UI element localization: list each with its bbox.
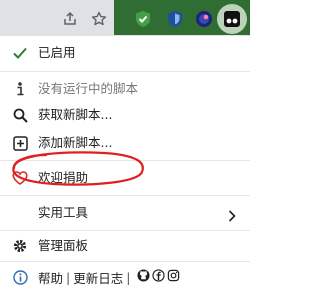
- menu-item-donate[interactable]: 欢迎捐助: [0, 165, 250, 191]
- get-scripts-label: 获取新脚本...: [38, 107, 113, 122]
- gear-icon: [12, 236, 28, 256]
- changelog-link[interactable]: 更新日志: [73, 268, 123, 287]
- separator: |: [66, 269, 71, 285]
- footer-links: 帮助 | 更新日志 |: [38, 264, 180, 289]
- menu-item-enabled[interactable]: 已启用: [0, 40, 250, 66]
- divider: [0, 160, 250, 161]
- menu-item-get-scripts[interactable]: 获取新脚本...: [0, 102, 250, 128]
- social-icons: [137, 269, 180, 285]
- chevron-right-icon: [228, 207, 236, 226]
- dashboard-label: 管理面板: [38, 238, 89, 253]
- github-icon[interactable]: [137, 269, 151, 285]
- enabled-label: 已启用: [38, 45, 76, 60]
- separator: |: [126, 269, 131, 285]
- search-icon: [12, 105, 28, 125]
- divider: [0, 195, 250, 196]
- info-circle-icon: [12, 267, 28, 287]
- divider: [0, 261, 250, 262]
- share-icon[interactable]: [57, 6, 83, 32]
- menu-item-add-script[interactable]: 添加新脚本...: [0, 130, 250, 156]
- menu-item-no-scripts: 没有运行中的脚本: [0, 76, 250, 102]
- menu-item-dashboard[interactable]: 管理面板: [0, 233, 250, 259]
- add-script-label: 添加新脚本...: [38, 135, 113, 150]
- donate-label: 欢迎捐助: [38, 170, 89, 185]
- facebook-icon[interactable]: [152, 269, 166, 285]
- menu-item-utilities[interactable]: 实用工具: [0, 200, 250, 226]
- heart-icon: [12, 168, 28, 188]
- check-icon: [12, 43, 28, 63]
- help-link[interactable]: 帮助: [38, 268, 63, 287]
- shield-icon[interactable]: [162, 6, 188, 32]
- no-scripts-label: 没有运行中的脚本: [38, 81, 139, 96]
- star-icon[interactable]: [86, 6, 112, 32]
- divider: [0, 71, 250, 72]
- tampermonkey-menu: 已启用 没有运行中的脚本 获取新脚本... 添加新脚本... 欢迎捐助 实用工具: [0, 35, 250, 289]
- utilities-label: 实用工具: [38, 205, 89, 220]
- globe-icon[interactable]: [191, 6, 217, 32]
- tampermonkey-icon: [219, 6, 245, 32]
- divider: [0, 230, 250, 231]
- instagram-icon[interactable]: [167, 269, 180, 285]
- menu-item-help: 帮助 | 更新日志 |: [0, 264, 250, 289]
- browser-toolbar: [0, 0, 250, 37]
- shield-check-icon[interactable]: [130, 6, 156, 32]
- add-box-icon: [12, 133, 28, 153]
- info-icon: [12, 79, 28, 99]
